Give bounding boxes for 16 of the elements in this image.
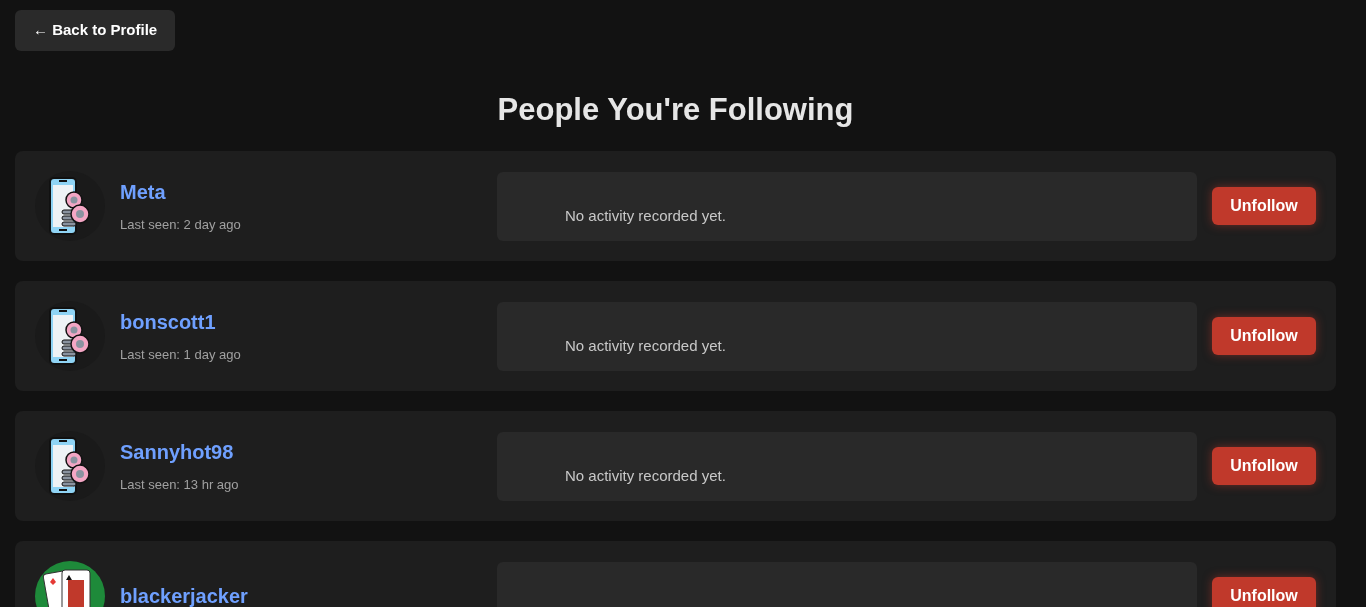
last-seen-text: Last seen: 1 day ago — [120, 346, 242, 365]
unfollow-button[interactable]: Unfollow — [1212, 447, 1316, 485]
activity-text: No activity recorded yet. — [565, 206, 726, 226]
username-link[interactable]: Sannyhot98 — [120, 437, 497, 468]
unfollow-button[interactable]: Unfollow — [1212, 577, 1316, 607]
unfollow-button[interactable]: Unfollow — [1212, 317, 1316, 355]
back-button[interactable]: ← Back to Profile — [15, 10, 176, 51]
username-link[interactable]: blackerjacker — [120, 581, 497, 607]
activity-text: No activity recorded yet. — [565, 466, 726, 486]
last-seen-text: Last seen: 2 day ago — [120, 216, 242, 235]
unfollow-button[interactable]: Unfollow — [1212, 187, 1316, 225]
last-seen-text: Last seen: 13 hr ago — [120, 476, 240, 495]
page-title: People You're Following — [496, 91, 855, 129]
username-link[interactable]: Meta — [120, 177, 497, 208]
activity-text: No activity recorded yet. — [565, 336, 726, 356]
username-link[interactable]: bonscott1 — [120, 307, 497, 338]
